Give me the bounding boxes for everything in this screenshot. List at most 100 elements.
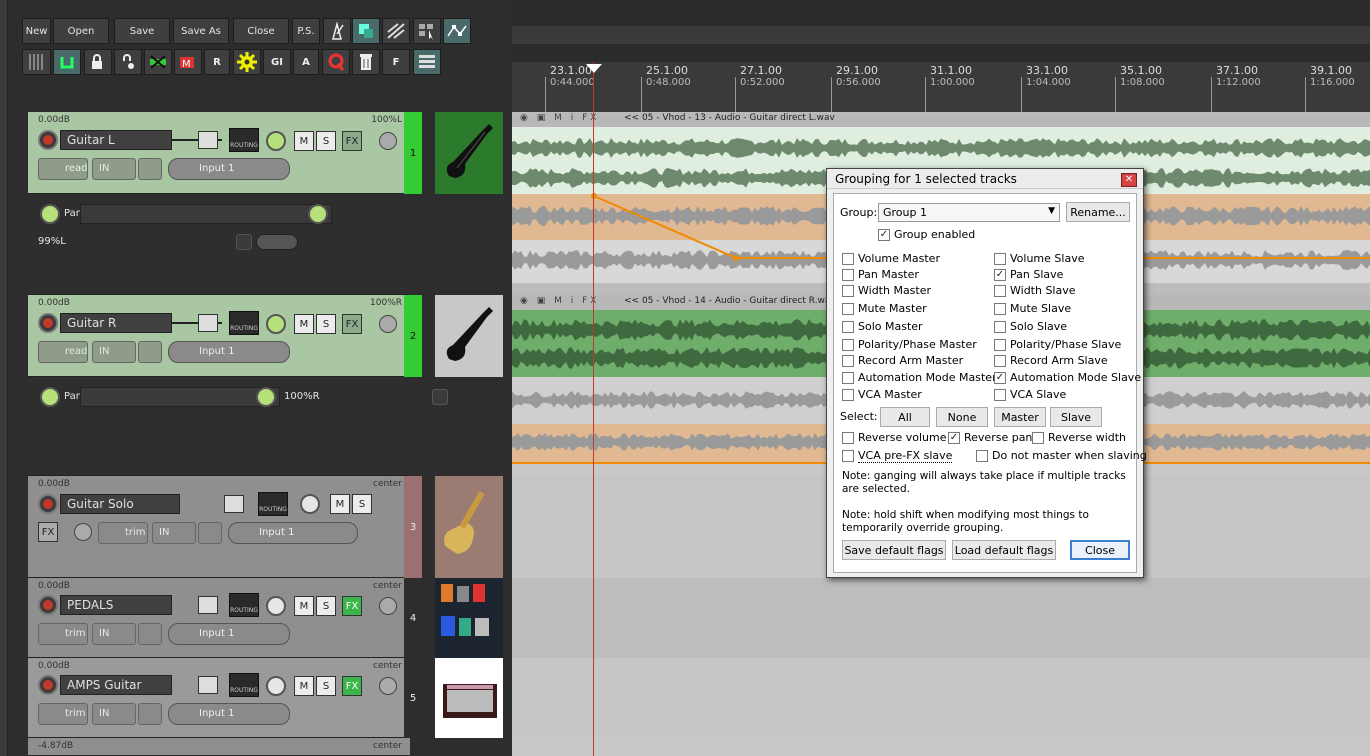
envelope-settings-icon[interactable] [256,234,298,250]
track-2-panel[interactable]: 0.00dB 100%R Guitar R ROUTING M S FX rea… [28,295,410,377]
playhead-marker-icon[interactable] [586,64,602,73]
record-mode-button[interactable]: R [204,49,230,75]
checkbox-box[interactable] [842,320,854,333]
track-name[interactable]: Guitar R [60,313,172,333]
save-default-flags-button[interactable]: Save default flags [842,540,946,560]
record-arm-button[interactable] [38,675,58,695]
pan-envelope-lane-1[interactable]: Pan 99%L [28,194,410,295]
pan-envelope-lane-2[interactable]: Pan 100%R [28,377,448,476]
solo-slave-checkbox[interactable]: Solo Slave [994,320,1067,333]
checkbox-box[interactable] [842,268,854,281]
routing-button[interactable]: ROUTING [258,492,288,516]
a-button[interactable]: A [293,49,319,75]
track-name[interactable]: PEDALS [60,595,172,615]
horizontal-scrollbar[interactable] [512,26,1370,44]
checkbox-box[interactable] [994,338,1006,351]
fx-button[interactable]: FX [342,676,362,696]
phase-icon[interactable] [379,597,397,615]
phase-icon[interactable] [379,315,397,333]
trash-icon[interactable] [352,49,380,75]
power-icon[interactable] [236,234,252,250]
solo-button[interactable]: S [316,131,336,151]
routing-button[interactable]: ROUTING [229,311,259,335]
checkbox-box[interactable] [994,388,1006,401]
checkbox-box[interactable] [842,388,854,401]
envelope-points-icon[interactable] [443,18,471,44]
do-not-master-checkbox[interactable]: Do not master when slaving [976,449,1147,462]
solo-button[interactable]: S [316,314,336,334]
pan-knob[interactable] [266,596,286,616]
track-name[interactable]: Guitar L [60,130,172,150]
fx-button[interactable]: FX [342,131,362,151]
automation-mode-button[interactable]: trim [38,623,88,645]
automation-mode-button[interactable]: trim [38,703,88,725]
automation-mode-button[interactable]: trim [98,522,148,544]
volume-master-checkbox[interactable]: Volume Master [842,252,940,265]
fx-button[interactable]: FX [342,314,362,334]
vca-master-checkbox[interactable]: VCA Master [842,388,922,401]
solo-button[interactable]: S [316,676,336,696]
routing-button[interactable]: ROUTING [229,128,259,152]
checkbox-box[interactable] [994,252,1006,265]
checkbox-box[interactable] [842,252,854,265]
select-all-button[interactable]: All [880,407,930,427]
loop-icon[interactable] [53,49,81,75]
group-select[interactable]: Group 1 ▼ [878,203,1060,222]
record-arm-button[interactable] [38,130,58,150]
record-arm-master-checkbox[interactable]: Record Arm Master [842,354,963,367]
phase-icon[interactable] [379,132,397,150]
select-slave-button[interactable]: Slave [1050,407,1102,427]
input-monitor-button[interactable]: IN [92,703,136,725]
track-number[interactable]: 3 [404,476,422,578]
checkbox-box[interactable]: ✓ [994,371,1006,384]
open-button[interactable]: Open [53,18,109,44]
checkbox-box[interactable] [994,354,1006,367]
monitor-icon[interactable] [198,522,222,544]
volume-fader[interactable] [224,495,244,513]
track-3-panel[interactable]: 0.00dB center Guitar Solo ROUTING M S FX… [28,476,410,578]
pan-knob[interactable] [266,314,286,334]
volume-slave-checkbox[interactable]: Volume Slave [994,252,1084,265]
checkbox-box[interactable] [842,371,854,384]
reverse-volume-checkbox[interactable]: Reverse volume [842,431,946,444]
envelope-slider[interactable] [80,204,332,224]
track-number[interactable]: 1 [404,112,422,194]
envelope-slider[interactable] [80,387,280,407]
automation-mode-slave-checkbox[interactable]: ✓ Automation Mode Slave [994,371,1141,384]
envelope-value-knob[interactable] [308,204,328,224]
pan-knob[interactable] [300,494,320,514]
envelope-knob[interactable] [40,387,60,407]
polarity-phase-master-checkbox[interactable]: Polarity/Phase Master [842,338,977,351]
mute-slave-checkbox[interactable]: Mute Slave [994,302,1071,315]
select-master-button[interactable]: Master [994,407,1046,427]
pan-master-checkbox[interactable]: Pan Master [842,268,919,281]
load-default-flags-button[interactable]: Load default flags [952,540,1056,560]
volume-fader[interactable] [198,596,218,614]
item-grouping-icon[interactable] [144,49,172,75]
reverse-width-checkbox[interactable]: Reverse width [1032,431,1126,444]
record-arm-button[interactable] [38,494,58,514]
input-select[interactable]: Input 1 [168,158,290,180]
save-as-button[interactable]: Save As [173,18,229,44]
mixer-icon[interactable] [22,49,51,75]
pan-slave-checkbox[interactable]: ✓ Pan Slave [994,268,1063,281]
checkbox-box[interactable] [842,354,854,367]
close-icon[interactable]: ✕ [1121,173,1137,187]
timeline-ruler[interactable]: 23.1.00 0:44.000 25.1.00 0:48.000 27.1.00 0:5… [512,62,1370,112]
group-enabled-checkbox[interactable]: ✓ Group enabled [878,228,975,241]
track-list-icon[interactable] [413,49,441,75]
crossfade-icon[interactable]: M [174,49,202,75]
gi-button[interactable]: GI [263,49,291,75]
volume-fader[interactable] [198,131,218,149]
checkbox-box[interactable]: ✓ [994,268,1006,281]
automation-mode-button[interactable]: read [38,341,88,363]
solo-button[interactable]: S [316,596,336,616]
mute-button[interactable]: M [294,596,314,616]
phase-icon[interactable] [74,523,92,541]
power-icon[interactable] [432,389,448,405]
pan-knob[interactable] [266,676,286,696]
checkbox-box[interactable] [842,302,854,315]
checkbox-box[interactable] [994,284,1006,297]
monitor-icon[interactable] [138,623,162,645]
snap-icon[interactable] [352,18,380,44]
